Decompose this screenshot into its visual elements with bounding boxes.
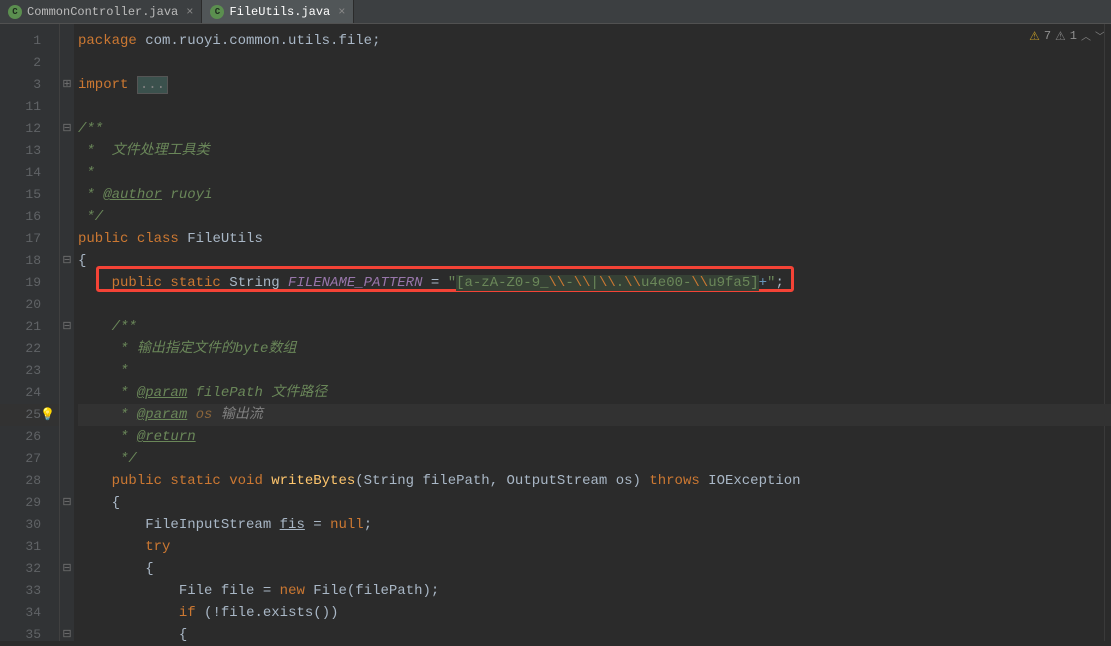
tab-common-controller[interactable]: C CommonController.java × [0, 0, 202, 23]
folded-imports[interactable]: ... [137, 76, 168, 94]
intention-bulb-icon[interactable]: 💡 [40, 404, 55, 426]
line-number: 35 [0, 624, 59, 646]
line-number: 34 [0, 602, 59, 624]
fold-collapse-icon[interactable]: ⊟ [60, 250, 74, 272]
tab-label: FileUtils.java [229, 5, 330, 19]
line-number: 24 [0, 382, 59, 404]
line-number: 14 [0, 162, 59, 184]
line-number: 15 [0, 184, 59, 206]
class-icon: C [210, 5, 224, 19]
line-gutter[interactable]: 1 2 3 11 12 13 14 15 16 17 18 19 20 21 2… [0, 24, 60, 641]
line-number: 20 [0, 294, 59, 316]
line-number: 29 [0, 492, 59, 514]
line-number: 27 [0, 448, 59, 470]
close-icon[interactable]: × [338, 5, 345, 19]
line-number: 12 [0, 118, 59, 140]
fold-column[interactable]: ⊞ ⊟ ⊟ ⊟ ⊟ ⊟ ⊟ [60, 24, 74, 641]
line-number: 13 [0, 140, 59, 162]
fold-collapse-icon[interactable]: ⊟ [60, 316, 74, 338]
tab-label: CommonController.java [27, 5, 178, 19]
line-number: 1 [0, 30, 59, 52]
line-number: 3 [0, 74, 59, 96]
fold-collapse-icon[interactable]: ⊟ [60, 492, 74, 514]
line-number: 30 [0, 514, 59, 536]
line-number: 19 [0, 272, 59, 294]
line-number: 18 [0, 250, 59, 272]
line-number: 2 [0, 52, 59, 74]
editor-tabs: C CommonController.java × C FileUtils.ja… [0, 0, 1111, 24]
fold-collapse-icon[interactable]: ⊟ [60, 558, 74, 580]
line-number: 17 [0, 228, 59, 250]
line-number: 33 [0, 580, 59, 602]
line-number: 16 [0, 206, 59, 228]
tab-file-utils[interactable]: C FileUtils.java × [202, 0, 354, 23]
close-icon[interactable]: × [186, 5, 193, 19]
editor-container: 1 2 3 11 12 13 14 15 16 17 18 19 20 21 2… [0, 24, 1111, 641]
line-number: 23 [0, 360, 59, 382]
line-number: 26 [0, 426, 59, 448]
fold-expand-icon[interactable]: ⊞ [60, 74, 74, 96]
line-number: 21 [0, 316, 59, 338]
line-number: 28 [0, 470, 59, 492]
line-number: 31 [0, 536, 59, 558]
fold-collapse-icon[interactable]: ⊟ [60, 118, 74, 140]
class-icon: C [8, 5, 22, 19]
line-number: 11 [0, 96, 59, 118]
line-number: 32 [0, 558, 59, 580]
fold-collapse-icon[interactable]: ⊟ [60, 624, 74, 646]
line-number: 22 [0, 338, 59, 360]
code-editor[interactable]: package com.ruoyi.common.utils.file; imp… [74, 24, 1111, 641]
